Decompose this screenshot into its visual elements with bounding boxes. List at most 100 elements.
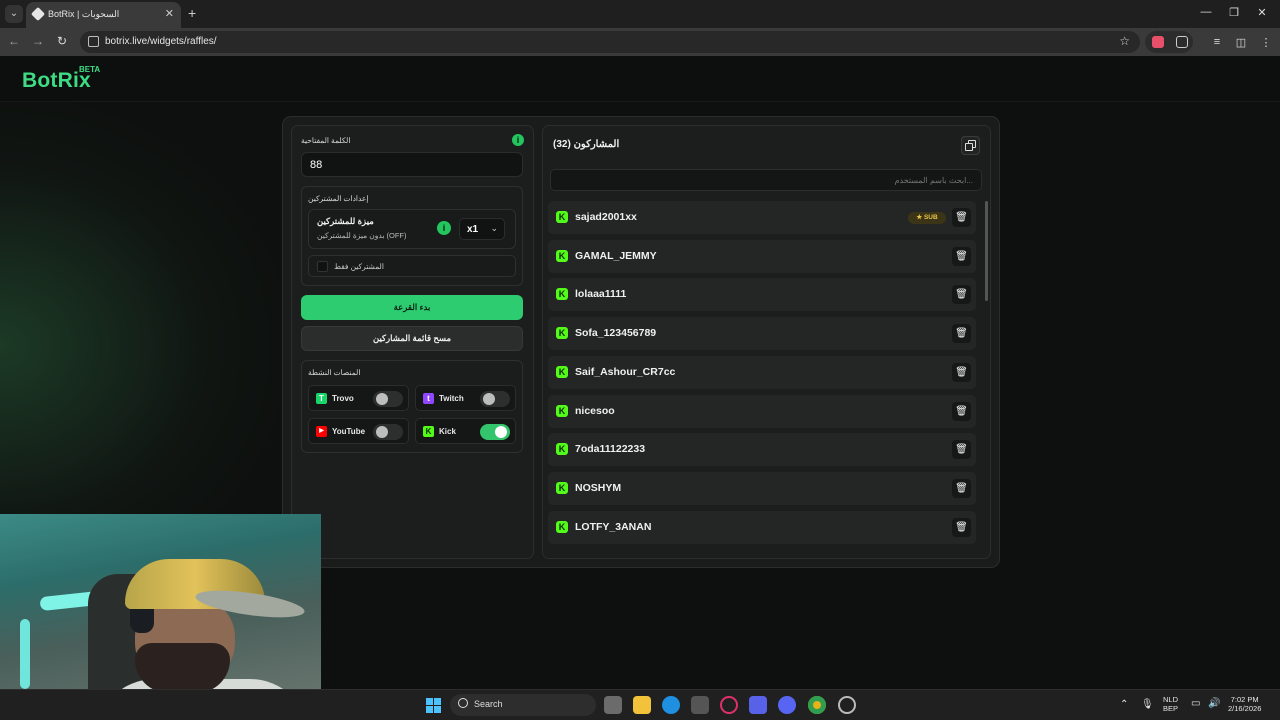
- trovo-toggle[interactable]: [373, 391, 403, 407]
- subscriber-feature-row: ميزة للمشتركين بدون ميزة للمشتركين (OFF)…: [308, 209, 516, 249]
- participant-row: K Sofa_123456789 🗑: [548, 317, 976, 351]
- active-platforms-label: المنصات النشطة: [308, 368, 361, 377]
- subs-only-label: المشتركين فقط: [334, 262, 384, 271]
- language-indicator[interactable]: NLD BEP: [1163, 695, 1178, 713]
- discord-icon[interactable]: [778, 696, 796, 714]
- profile-icon[interactable]: ◫: [1234, 36, 1248, 49]
- delete-participant-icon[interactable]: 🗑: [952, 246, 971, 266]
- delete-participant-icon[interactable]: 🗑: [952, 362, 971, 382]
- kick-icon: K: [556, 327, 568, 340]
- kick-icon: K: [556, 520, 568, 533]
- participant-row: K NOSHYM 🗑: [548, 471, 976, 505]
- delete-participant-icon[interactable]: 🗑: [952, 285, 971, 305]
- sub-feature-description: بدون ميزة للمشتركين (OFF): [317, 231, 407, 240]
- volume-icon[interactable]: 🔊: [1208, 698, 1220, 709]
- participant-search-input[interactable]: [550, 169, 982, 191]
- site-info-icon[interactable]: [88, 36, 99, 47]
- site-header: BotRix BETA: [0, 56, 1280, 102]
- clear-participants-button[interactable]: مسح قائمة المشاركين: [301, 326, 523, 351]
- task-view-icon[interactable]: [604, 696, 622, 714]
- browser-tab-strip: ⌄ BotRix | السحوبات ✕ + — ❐ ✕: [0, 0, 1280, 28]
- tab-botrix-raffles[interactable]: BotRix | السحوبات ✕: [26, 2, 181, 28]
- subs-only-checkbox[interactable]: [317, 261, 328, 272]
- kick-icon: K: [556, 365, 568, 378]
- forward-icon[interactable]: →: [30, 34, 46, 48]
- app-icon[interactable]: [838, 696, 856, 714]
- store-icon[interactable]: [691, 696, 709, 714]
- participant-row: K Saif_Ashour_CR7cc 🗑: [548, 355, 976, 389]
- minimize-icon[interactable]: —: [1199, 6, 1213, 18]
- platform-twitch: t Twitch: [415, 385, 516, 411]
- restore-icon[interactable]: ❐: [1227, 6, 1241, 19]
- sub-feature-title: ميزة للمشتركين: [317, 216, 374, 226]
- new-tab-button[interactable]: +: [188, 5, 196, 21]
- network-icon[interactable]: ▭: [1191, 698, 1200, 709]
- raffle-settings-panel: الكلمة المفتاحية i إعدادات المشتركين ميز…: [291, 125, 534, 559]
- address-bar[interactable]: botrix.live/widgets/raffles/ ☆: [80, 31, 1140, 53]
- microphone-icon[interactable]: 🎙: [1141, 699, 1154, 710]
- window-close-icon[interactable]: ✕: [1255, 6, 1269, 19]
- platform-name: Twitch: [439, 394, 464, 403]
- chrome-menu-icon[interactable]: ⋮: [1259, 36, 1273, 49]
- twitch-toggle[interactable]: [480, 391, 510, 407]
- kick-toggle[interactable]: [480, 424, 510, 440]
- participant-row: Klolaaa1111 🗑: [548, 278, 976, 312]
- extension-icon[interactable]: [1152, 36, 1164, 48]
- participant-row: K 7oda11122233 🗑: [548, 433, 976, 467]
- active-platforms-box: المنصات النشطة T Trovo t Twitch ▶ YouTub…: [301, 360, 523, 453]
- file-explorer-icon[interactable]: [633, 696, 651, 714]
- participant-username: nicesoo: [575, 404, 615, 417]
- taskbar-search-label: Search: [474, 699, 503, 709]
- sub-feature-info-icon[interactable]: i: [437, 221, 451, 235]
- chrome-icon[interactable]: [808, 696, 826, 714]
- beta-badge: BETA: [79, 65, 101, 74]
- tray-overflow-icon[interactable]: ⌃: [1120, 699, 1128, 710]
- language-code: NLD: [1163, 695, 1179, 704]
- delete-participant-icon[interactable]: 🗑: [952, 324, 971, 344]
- windows-taskbar: Search ⌃ 🎙 NLD BEP ▭ 🔊 7:02 PM 2/16/2026: [0, 689, 1280, 720]
- delete-participant-icon[interactable]: 🗑: [952, 517, 971, 537]
- keyword-input[interactable]: [301, 152, 523, 177]
- tab-search-menu-icon[interactable]: ⌄: [5, 5, 23, 23]
- delete-participant-icon[interactable]: 🗑: [952, 401, 971, 421]
- app-icon[interactable]: [749, 696, 767, 714]
- bookmark-star-icon[interactable]: ☆: [1119, 34, 1130, 48]
- sub-badge-label: SUB: [923, 214, 938, 221]
- reading-list-icon[interactable]: ≡: [1210, 36, 1224, 48]
- subscriber-settings-box: إعدادات المشتركين ميزة للمشتركين بدون مي…: [301, 186, 523, 286]
- edge-icon[interactable]: [662, 696, 680, 714]
- list-scrollbar[interactable]: [985, 201, 988, 301]
- back-icon[interactable]: ←: [6, 34, 22, 48]
- delete-participant-icon[interactable]: 🗑: [952, 440, 971, 460]
- reload-icon[interactable]: ↻: [54, 34, 70, 48]
- keyword-info-icon[interactable]: i: [512, 134, 524, 146]
- start-raffle-button[interactable]: بدء القرعة: [301, 295, 523, 320]
- browser-toolbar: ← → ↻ botrix.live/widgets/raffles/ ☆ ≡ ◫…: [0, 28, 1280, 56]
- taskbar-search[interactable]: Search: [450, 694, 596, 716]
- delete-participant-icon[interactable]: 🗑: [952, 478, 971, 498]
- kick-icon: K: [423, 426, 434, 437]
- tab-title: BotRix | السحوبات: [48, 9, 120, 19]
- opera-icon[interactable]: [720, 696, 738, 714]
- youtube-toggle[interactable]: [373, 424, 403, 440]
- platform-name: YouTube: [332, 427, 366, 436]
- clock-time: 7:02 PM: [1230, 695, 1259, 704]
- subs-only-row[interactable]: المشتركين فقط: [308, 255, 516, 277]
- multiplier-select[interactable]: x1 ⌄: [459, 218, 505, 240]
- subscriber-settings-label: إعدادات المشتركين: [308, 194, 369, 203]
- participant-username: 7oda11122233: [575, 443, 646, 456]
- windows-start-icon[interactable]: [426, 698, 441, 713]
- copy-list-icon[interactable]: [961, 136, 980, 155]
- participant-row: K LOTFY_3ANAN 🗑: [548, 510, 976, 544]
- twitch-icon: t: [423, 393, 434, 404]
- participants-panel: المشاركون (32) Ksajad2001xx ★ SUB 🗑 K GAMAL_…: [542, 125, 991, 559]
- participant-username: LOTFY_3ANAN: [575, 520, 652, 533]
- extensions-puzzle-icon[interactable]: [1176, 36, 1188, 48]
- raffle-widget: الكلمة المفتاحية i إعدادات المشتركين ميز…: [282, 116, 1000, 568]
- tab-close-icon[interactable]: ✕: [165, 7, 174, 20]
- platform-kick: K Kick: [415, 418, 516, 444]
- platform-name: Kick: [439, 427, 456, 436]
- delete-participant-icon[interactable]: 🗑: [952, 208, 971, 227]
- participant-username: GAMAL_JEMMY: [575, 249, 657, 262]
- clock[interactable]: 7:02 PM 2/16/2026: [1228, 695, 1261, 713]
